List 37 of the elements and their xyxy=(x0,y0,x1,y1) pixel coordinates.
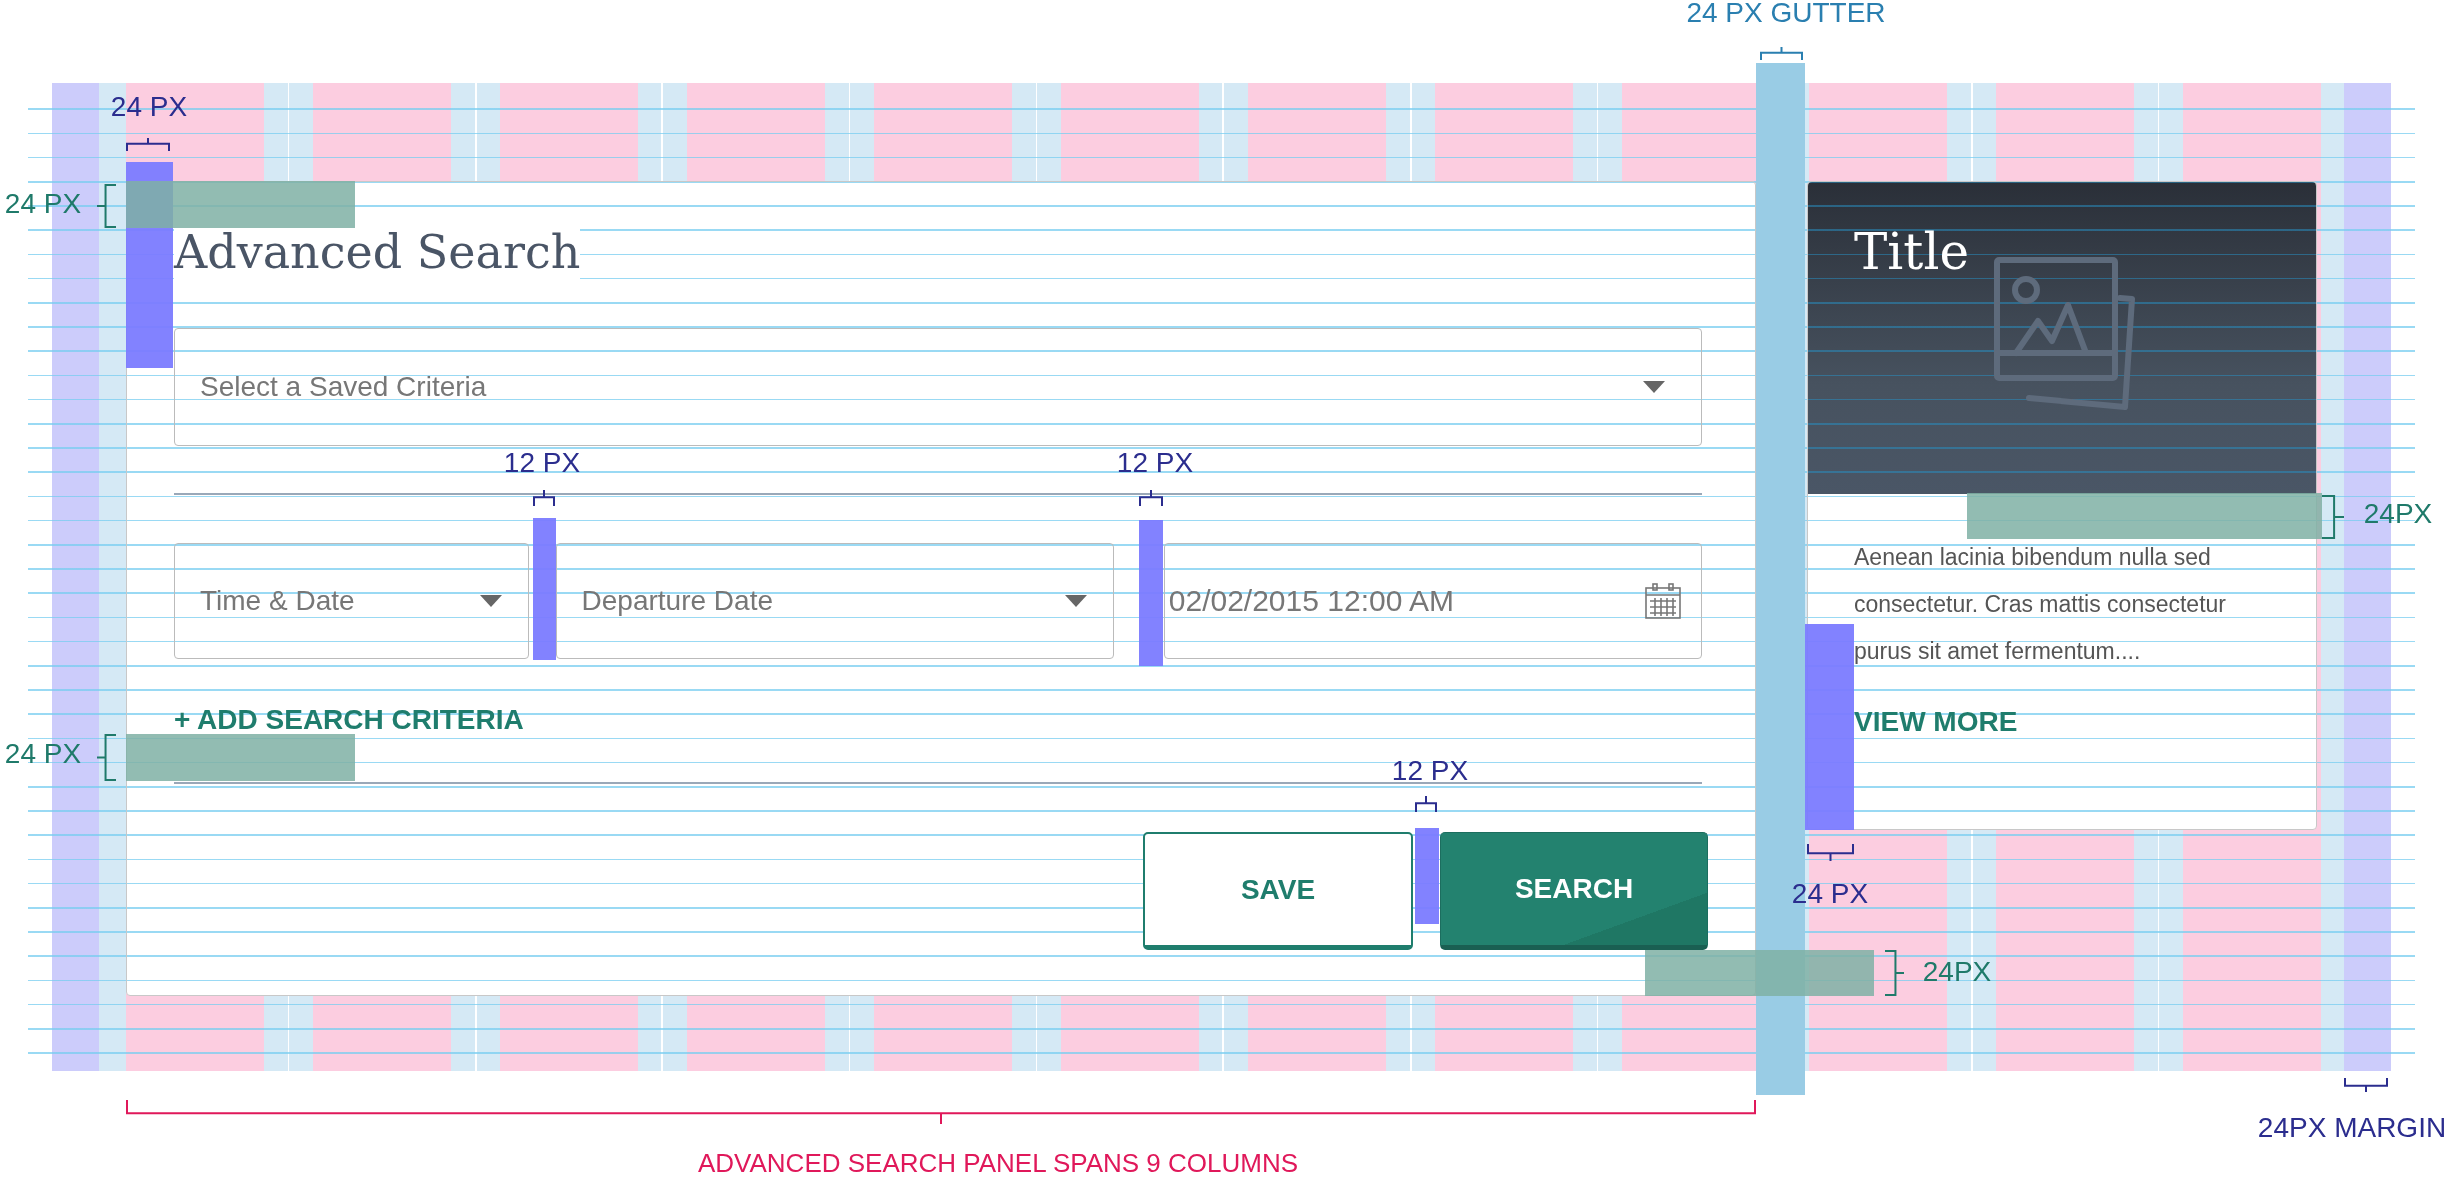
dimension-label: 24 PX GUTTER xyxy=(1686,0,1886,28)
dimension-label: 12 PX xyxy=(503,448,581,478)
dimension-label: 24 PX xyxy=(4,739,82,769)
caret-icon xyxy=(1064,595,1087,607)
dimension-label: 24 PX xyxy=(4,189,82,219)
dimension-bracket xyxy=(126,138,170,151)
date-field[interactable]: 02/02/2015 12:00 AM xyxy=(1163,543,1702,659)
departure-dropdown[interactable]: Departure Date xyxy=(555,543,1114,659)
dimension-bracket xyxy=(1760,47,1803,60)
dimension-label: 12 PX xyxy=(1391,756,1469,786)
time-dropdown[interactable]: Time & Date xyxy=(174,543,529,659)
dimension-bracket xyxy=(533,490,555,506)
dimension-bracket xyxy=(1807,844,1854,861)
dimension-bracket xyxy=(2322,495,2344,539)
card-text: Aenean lacinia bibendum nulla sed consectetur. Cras mattis consectetur purus sit amet fermentum.... xyxy=(1854,543,2227,666)
view-more-link[interactable]: VIEW MORE xyxy=(1854,704,2018,740)
dimension-bracket xyxy=(1139,490,1163,506)
dimension-bracket xyxy=(2344,1078,2388,1092)
criteria-dropdown[interactable]: Select a Saved Criteria xyxy=(174,328,1702,446)
dimension-label: 24 PX xyxy=(110,92,188,122)
dimension-label: 12 PX xyxy=(1116,448,1194,478)
search-button[interactable]: SEARCH xyxy=(1440,832,1708,950)
dimension-bracket xyxy=(97,734,116,781)
dimension-label: 24PX MARGIN xyxy=(2257,1113,2447,1143)
calendar-icon[interactable] xyxy=(1645,583,1681,619)
caret-icon xyxy=(1643,381,1665,393)
add-criteria-link[interactable]: + ADD SEARCH CRITERIA xyxy=(174,706,524,734)
dimension-label: 24PX xyxy=(1922,957,1992,987)
dimension-bracket xyxy=(1415,796,1437,812)
dimension-label: ADVANCED SEARCH PANEL SPANS 9 COLUMNS xyxy=(697,1150,1299,1176)
dimension-label: 24 PX xyxy=(1791,879,1869,909)
caret-icon xyxy=(479,595,502,607)
card-title: Title xyxy=(1854,222,1969,282)
dimension-label: 24PX xyxy=(2363,499,2433,529)
dimension-bracket xyxy=(1885,950,1904,996)
save-button[interactable]: SAVE xyxy=(1143,832,1413,950)
dimension-bracket xyxy=(97,184,116,228)
